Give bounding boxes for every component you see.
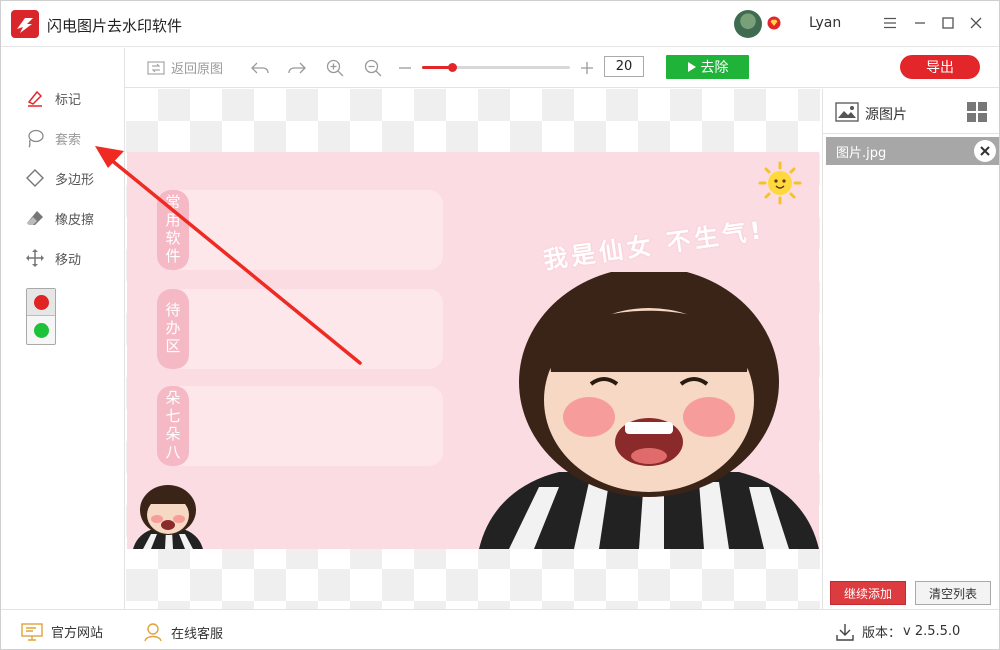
lasso-icon — [28, 129, 44, 148]
toolbar: 返回原图 20 去除 导出 — [125, 48, 999, 88]
clear-list-button[interactable]: 清空列表 — [915, 581, 991, 605]
image-canvas[interactable]: 常用软件 待办区 朵七朵八 我是仙女 不生气! — [126, 89, 820, 609]
remove-label: 去除 — [700, 60, 729, 76]
remove-file-icon[interactable] — [974, 140, 996, 162]
brush-size-increase-icon[interactable] — [577, 58, 597, 78]
image-card-2: 待办区 — [157, 289, 443, 369]
continue-add-button[interactable]: 继续添加 — [830, 581, 906, 605]
file-name: 图片.jpg — [836, 146, 887, 161]
export-button[interactable]: 导出 — [900, 55, 980, 79]
color-picker — [26, 288, 56, 345]
zoom-in-icon[interactable] — [325, 58, 345, 78]
close-icon[interactable] — [966, 13, 986, 33]
maximize-icon[interactable] — [938, 13, 958, 33]
vip-diamond-icon[interactable] — [767, 16, 781, 30]
restore-original-label: 返回原图 — [171, 62, 224, 77]
tool-sidebar: 标记 套索 多边形 橡皮擦 移动 — [1, 48, 125, 609]
image-card-2-label: 待办区 — [157, 289, 189, 369]
tool-lasso[interactable]: 套索 — [25, 128, 81, 148]
image-icon — [835, 102, 859, 122]
image-slogan: 我是仙女 不生气! — [541, 215, 767, 275]
download-icon — [836, 623, 854, 641]
move-icon — [26, 249, 44, 267]
official-website-link[interactable]: 官方网站 — [21, 622, 103, 641]
restore-icon — [147, 60, 165, 75]
tool-lasso-label: 套索 — [55, 132, 82, 148]
image-card-1: 常用软件 — [157, 190, 443, 270]
brush-size-slider-thumb[interactable] — [447, 63, 457, 72]
tool-eraser-label: 橡皮擦 — [55, 212, 95, 228]
user-avatar[interactable] — [734, 10, 762, 38]
redo-icon[interactable] — [287, 58, 307, 78]
version-number: v 2.5.5.0 — [903, 624, 961, 639]
minimize-icon[interactable] — [910, 13, 930, 33]
brush-size-decrease-icon[interactable] — [395, 58, 415, 78]
restore-original-button[interactable]: 返回原图 — [147, 58, 223, 77]
polygon-icon — [26, 169, 44, 187]
title-bar: 闪电图片去水印软件 Lyan — [1, 1, 999, 47]
brush-size-input[interactable]: 20 — [604, 56, 644, 77]
online-support-link[interactable]: 在线客服 — [143, 622, 223, 642]
brush-size-slider[interactable] — [422, 63, 570, 72]
tool-marker[interactable]: 标记 — [25, 88, 81, 108]
eraser-icon — [27, 211, 43, 225]
undo-icon[interactable] — [250, 58, 270, 78]
user-name[interactable]: Lyan — [809, 15, 841, 31]
color-option-green[interactable] — [27, 317, 55, 344]
tool-eraser[interactable]: 橡皮擦 — [25, 208, 94, 228]
sun-sticker-icon — [758, 161, 802, 205]
official-website-label: 官方网站 — [51, 626, 104, 641]
app-logo-icon — [11, 10, 39, 38]
loaded-image[interactable]: 常用软件 待办区 朵七朵八 我是仙女 不生气! — [127, 152, 819, 549]
source-image-panel: 源图片 图片.jpg 继续添加 清空列表 — [822, 89, 999, 609]
grid-view-icon[interactable] — [967, 102, 987, 122]
status-bar: 官方网站 在线客服 版本： v 2.5.5.0 — [1, 609, 999, 649]
version-info[interactable]: 版本： v 2.5.5.0 — [836, 622, 960, 641]
image-card-1-label: 常用软件 — [157, 190, 189, 270]
zoom-out-icon[interactable] — [363, 58, 383, 78]
online-support-label: 在线客服 — [171, 626, 224, 642]
image-card-3-label: 朵七朵八 — [157, 386, 189, 466]
app-window: 闪电图片去水印软件 Lyan 返回原图 20 去除 导出 标记 套索 多边形 橡… — [0, 0, 1000, 650]
image-card-3: 朵七朵八 — [157, 386, 443, 466]
monitor-icon — [21, 622, 43, 641]
kid-photo-large — [479, 272, 819, 549]
remove-button[interactable]: 去除 — [666, 55, 749, 79]
support-agent-icon — [144, 623, 162, 642]
kid-photo-small — [133, 485, 203, 549]
red-dot-icon — [33, 294, 49, 310]
menu-icon[interactable] — [880, 13, 900, 33]
tool-polygon-label: 多边形 — [55, 172, 95, 188]
tool-marker-label: 标记 — [55, 92, 82, 108]
marker-icon — [27, 90, 43, 107]
green-dot-icon — [33, 323, 49, 338]
tool-move-label: 移动 — [55, 252, 82, 268]
source-image-title: 源图片 — [865, 107, 907, 123]
tool-polygon[interactable]: 多边形 — [25, 168, 94, 188]
file-list-item[interactable]: 图片.jpg — [826, 137, 999, 165]
color-option-red[interactable] — [27, 289, 55, 316]
app-title: 闪电图片去水印软件 — [47, 17, 183, 35]
tool-move[interactable]: 移动 — [25, 248, 81, 268]
play-icon — [687, 62, 696, 72]
version-label: 版本： — [862, 626, 902, 641]
source-image-header: 源图片 — [823, 89, 999, 134]
